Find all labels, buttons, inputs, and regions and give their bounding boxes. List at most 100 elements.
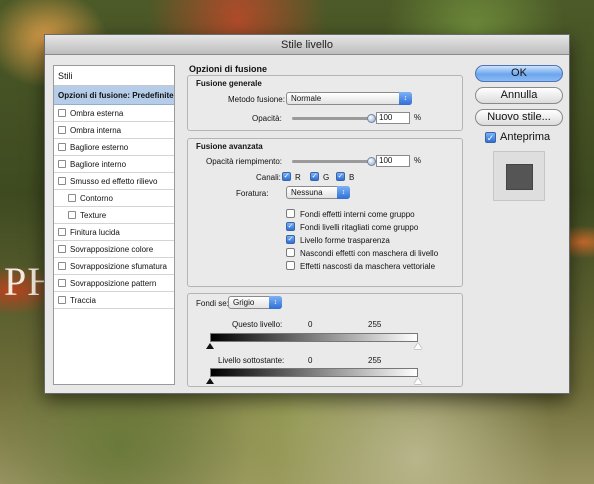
this-layer-label: Questo livello: [232, 320, 283, 329]
sidebar-item-label: Bagliore interno [70, 160, 127, 169]
sidebar-item[interactable]: Bagliore esterno [54, 139, 174, 156]
blend-if-value: Grigio [233, 298, 255, 307]
this-layer-white-slider[interactable] [414, 343, 422, 349]
knockout-select[interactable]: Nessuna ↕ [286, 186, 350, 199]
sidebar-item-label: Sovrapposizione sfumatura [70, 262, 167, 271]
advanced-blending-title: Fusione avanzata [196, 142, 263, 151]
opacity-slider[interactable] [292, 117, 372, 120]
sidebar-item[interactable]: Traccia [54, 292, 174, 309]
style-preview-swatch [506, 164, 533, 190]
sidebar-item-label: Finitura lucida [70, 228, 120, 237]
underlying-layer-white-slider[interactable] [414, 378, 422, 384]
sidebar-item[interactable]: Sovrapposizione colore [54, 241, 174, 258]
channel-b-label: B [349, 173, 355, 182]
opacity-slider-knob[interactable] [367, 114, 376, 123]
opacity-unit: % [414, 113, 422, 122]
sidebar-item[interactable]: Sovrapposizione pattern [54, 275, 174, 292]
sidebar-item-checkbox[interactable] [58, 160, 66, 168]
sidebar-item-label: Sovrapposizione pattern [70, 279, 157, 288]
cancel-button[interactable]: Annulla [475, 87, 563, 104]
option-label-4: Effetti nascosti da maschera vettoriale [300, 262, 436, 271]
blend-mode-label: Metodo fusione: [228, 95, 285, 104]
option-checkbox-0[interactable] [286, 209, 295, 218]
fill-opacity-slider-knob[interactable] [367, 157, 376, 166]
general-blending-group: Fusione generale Metodo fusione: Normale… [187, 75, 463, 131]
sidebar-item[interactable]: Contorno [54, 190, 174, 207]
dialog-title: Stile livello [45, 35, 569, 55]
advanced-blending-group: Fusione avanzata Opacità riempimento: 10… [187, 138, 463, 287]
underlying-layer-max: 255 [368, 356, 382, 365]
underlying-layer-black-slider[interactable] [206, 378, 214, 384]
option-label-3: Nascondi effetti con maschera di livello [300, 249, 439, 258]
sidebar-item-checkbox[interactable] [58, 143, 66, 151]
channels-label: Canali: [256, 173, 281, 182]
sidebar-item[interactable]: Ombra interna [54, 122, 174, 139]
section-title: Opzioni di fusione [189, 64, 267, 74]
blend-mode-select[interactable]: Normale ↕ [286, 92, 412, 105]
this-layer-black-slider[interactable] [206, 343, 214, 349]
option-checkbox-1[interactable]: ✓ [286, 222, 295, 231]
blend-if-group: Fondi se: Grigio ↕ Questo livello: 0 255… [187, 293, 463, 387]
channel-r-checkbox[interactable]: ✓ [282, 172, 291, 181]
this-layer-min: 0 [308, 320, 313, 329]
underlying-layer-gradient [210, 368, 418, 377]
sidebar-item-label: Sovrapposizione colore [70, 245, 154, 254]
sidebar-item-checkbox[interactable] [58, 279, 66, 287]
sidebar-item-checkbox[interactable] [68, 194, 76, 202]
ok-button[interactable]: OK [475, 65, 563, 82]
sidebar-item[interactable]: Opzioni di fusione: Predefinite [54, 86, 174, 105]
sidebar-item-checkbox[interactable] [58, 177, 66, 185]
sidebar-item[interactable]: Texture [54, 207, 174, 224]
knockout-value: Nessuna [291, 188, 323, 197]
sidebar-item[interactable]: Sovrapposizione sfumatura [54, 258, 174, 275]
preview-checkbox[interactable]: ✓ [485, 132, 496, 143]
underlying-layer-label: Livello sottostante: [218, 356, 285, 365]
option-label-1: Fondi livelli ritagliati come gruppo [300, 223, 419, 232]
new-style-button[interactable]: Nuovo stile... [475, 109, 563, 126]
blend-if-select[interactable]: Grigio ↕ [228, 296, 282, 309]
style-preview [493, 151, 545, 201]
channel-r-label: R [295, 173, 301, 182]
sidebar-item-label: Ombra esterna [70, 109, 124, 118]
blend-mode-value: Normale [291, 94, 322, 103]
underlying-layer-min: 0 [308, 356, 313, 365]
sidebar-item-checkbox[interactable] [58, 262, 66, 270]
sidebar-item-checkbox[interactable] [58, 296, 66, 304]
fill-opacity-input[interactable]: 100 [376, 155, 410, 167]
option-checkbox-4[interactable] [286, 261, 295, 270]
sidebar-item-checkbox[interactable] [58, 126, 66, 134]
this-layer-gradient [210, 333, 418, 342]
sidebar-item-label: Traccia [70, 296, 96, 305]
styles-list-header[interactable]: Stili [54, 66, 174, 86]
channel-g-label: G [323, 173, 330, 182]
sidebar-item[interactable]: Finitura lucida [54, 224, 174, 241]
blend-if-label: Fondi se: [196, 299, 229, 308]
option-label-0: Fondi effetti interni come gruppo [300, 210, 415, 219]
sidebar-item-checkbox[interactable] [58, 109, 66, 117]
sidebar-item-checkbox[interactable] [58, 245, 66, 253]
styles-list: Stili Opzioni di fusione: Predefinite Omb… [53, 65, 175, 385]
blending-options-panel: Opzioni di fusione Fusione generale Meto… [187, 59, 465, 389]
sidebar-item-label: Smusso ed effetto rilievo [70, 177, 158, 186]
fill-opacity-label: Opacità riempimento: [206, 157, 283, 166]
general-blending-title: Fusione generale [196, 79, 262, 88]
fill-opacity-unit: % [414, 156, 422, 165]
option-label-2: Livello forme trasparenza [300, 236, 390, 245]
sidebar-item-checkbox[interactable] [58, 228, 66, 236]
sidebar-item-label: Contorno [80, 194, 113, 203]
sidebar-item[interactable]: Ombra esterna [54, 105, 174, 122]
sidebar-item-label: Ombra interna [70, 126, 122, 135]
sidebar-item-label: Bagliore esterno [70, 143, 129, 152]
channel-g-checkbox[interactable]: ✓ [310, 172, 319, 181]
updown-arrow-icon: ↕ [399, 92, 412, 105]
channel-b-checkbox[interactable]: ✓ [336, 172, 345, 181]
fill-opacity-slider[interactable] [292, 160, 372, 163]
sidebar-item[interactable]: Smusso ed effetto rilievo [54, 173, 174, 190]
option-checkbox-2[interactable]: ✓ [286, 235, 295, 244]
option-checkbox-3[interactable] [286, 248, 295, 257]
opacity-input[interactable]: 100 [376, 112, 410, 124]
updown-arrow-icon: ↕ [337, 186, 350, 199]
sidebar-item-checkbox[interactable] [68, 211, 76, 219]
sidebar-item[interactable]: Bagliore interno [54, 156, 174, 173]
this-layer-max: 255 [368, 320, 382, 329]
